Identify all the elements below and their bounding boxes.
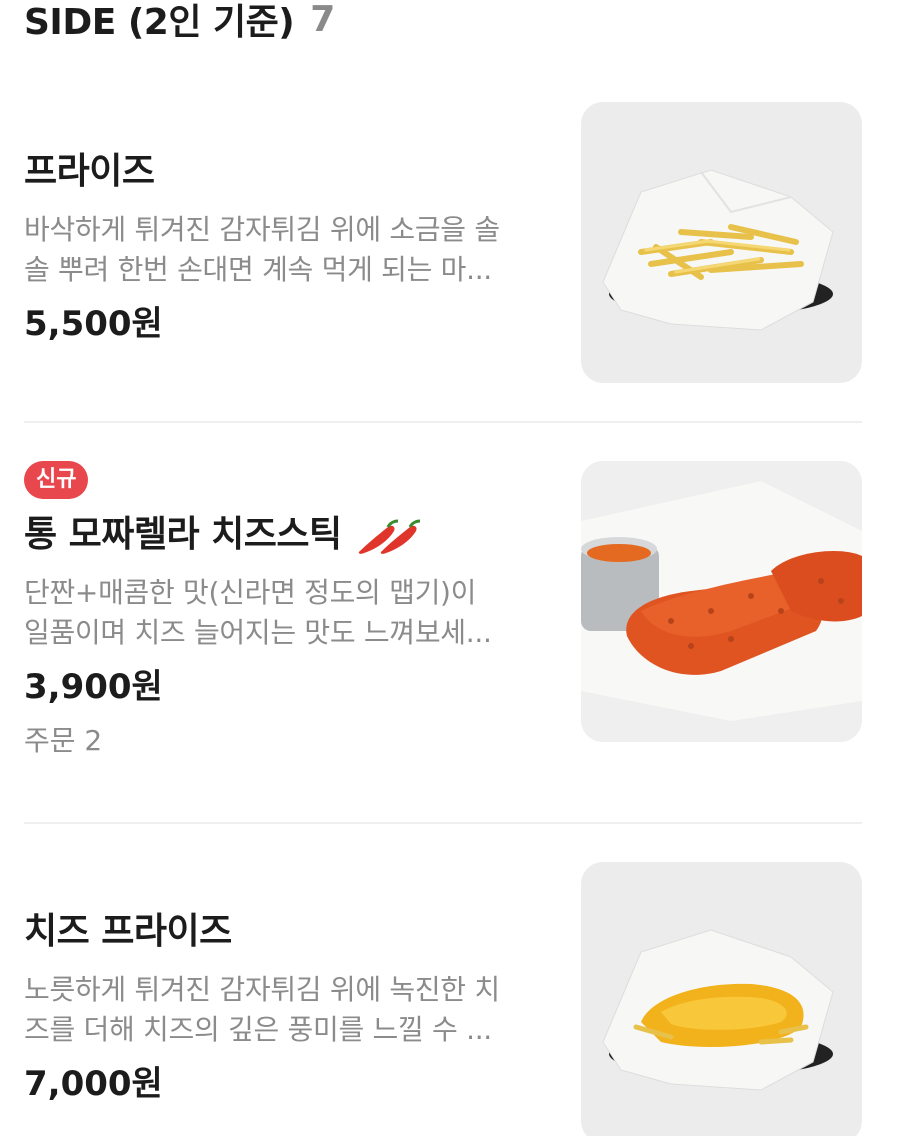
- item-description: 단짠+매콤한 맛(신라면 정도의 맵기)이 일품이며 치즈 늘어지는 맛도 느껴…: [24, 576, 492, 649]
- menu-item-fries[interactable]: 프라이즈 바삭하게 튀겨진 감자튀김 위에 소금을 솔 솔 뿌려 한번 손대면 …: [0, 102, 900, 384]
- order-count: 주문 2: [24, 724, 103, 757]
- menu-item-cheese-stick[interactable]: 신규 통 모짜렐라 치즈스틱 단짠+매콤한 맛(신라면 정도의 맵기)이 일품이…: [0, 461, 900, 757]
- item-description: 바삭하게 튀겨진 감자튀김 위에 소금을 솔 솔 뿌려 한번 손대면 계속 먹게…: [24, 213, 500, 286]
- item-name: 프라이즈: [24, 151, 155, 192]
- new-badge: 신규: [24, 461, 89, 499]
- item-price: 3,900원: [24, 667, 163, 707]
- section-title: SIDE (2인 기준): [24, 2, 295, 43]
- item-price: 5,500원: [24, 304, 163, 344]
- item-description: 노릇하게 튀겨진 감자튀김 위에 녹진한 치 즈를 더해 치즈의 깊은 풍미를 …: [24, 973, 500, 1046]
- divider: [24, 421, 862, 423]
- item-name: 통 모짜렐라 치즈스틱: [24, 511, 554, 559]
- section-item-count: 7: [310, 0, 336, 40]
- section-header: SIDE (2인 기준) 7: [24, 0, 335, 44]
- item-price: 7,000원: [24, 1064, 163, 1104]
- fries-basket-image[interactable]: [581, 102, 862, 383]
- divider: [24, 822, 862, 824]
- item-name: 치즈 프라이즈: [24, 911, 232, 952]
- menu-item-cheese-fries[interactable]: 치즈 프라이즈 노릇하게 튀겨진 감자튀김 위에 녹진한 치 즈를 더해 치즈의…: [0, 862, 900, 1136]
- chili-pepper-icon: [354, 513, 426, 557]
- cheese-stick-image[interactable]: [581, 461, 862, 742]
- cheese-fries-image[interactable]: [581, 862, 862, 1136]
